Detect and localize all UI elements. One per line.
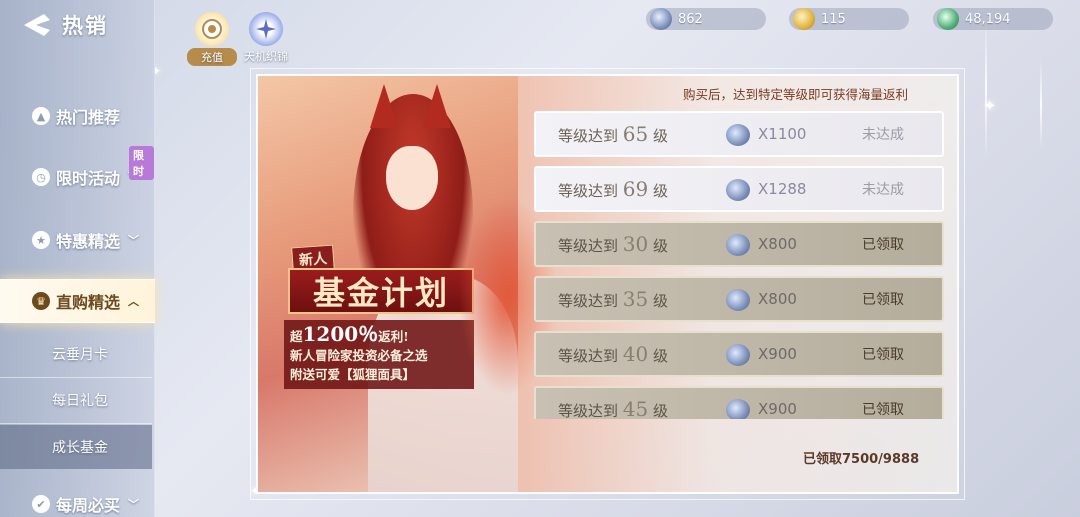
light-streak <box>985 20 987 160</box>
fox-ear-left <box>370 84 398 128</box>
reward-quantity: X1100 <box>758 125 807 143</box>
sidebar-header: 热销 <box>22 10 108 40</box>
limited-badge: 限时 <box>129 146 154 180</box>
reward-row[interactable]: 等级达到 40 级 X900 已领取 <box>534 331 944 377</box>
chevron-down-icon: ﹀ <box>128 234 140 247</box>
claimed-total: 已领取7500/9888 <box>803 452 920 467</box>
reward-row[interactable]: 等级达到 30 级 X800 已领取 <box>534 221 944 267</box>
blue-gem-icon <box>726 124 750 146</box>
flame-icon: ▲ <box>32 107 50 125</box>
sidebar-subitem-label: 云垂月卡 <box>52 347 108 363</box>
sidebar-item-label: 直购精选 <box>56 293 121 312</box>
sidebar-item-label: 特惠精选 <box>56 232 121 251</box>
fox-ear-right <box>423 84 451 128</box>
sidebar-item-label: 热门推荐 <box>56 108 121 127</box>
fund-description: 超1200％返利! 新人冒险家投资必备之选 附送可爱【狐狸面具】 <box>284 320 474 389</box>
reward-quantity: X800 <box>758 290 797 308</box>
sidebar-item-direct-buy[interactable]: ♛ 直购精选 ︿ <box>0 279 155 323</box>
currency-value: 862 <box>678 11 703 27</box>
reward-row[interactable]: 等级达到 69 级 X1288 未达成 <box>534 166 944 212</box>
sidebar-title: 热销 <box>62 14 108 38</box>
reward-quantity: X900 <box>758 345 797 363</box>
fund-title: 基金计划 <box>288 268 474 314</box>
sidebar-subitem-daily-pack[interactable]: 每日礼包 <box>0 378 152 422</box>
currency-value: 115 <box>821 11 846 27</box>
sidebar-item-label: 限时活动 <box>56 169 121 188</box>
crown-icon: ♛ <box>32 292 50 310</box>
reward-quantity: X1288 <box>758 180 807 198</box>
reward-list[interactable]: 等级达到 65 级 X1100 未达成 等级达到 69 级 X1288 未达成 … <box>534 111 944 419</box>
blue-gem-icon <box>726 344 750 366</box>
alarm-clock-icon: ◷ <box>32 168 50 186</box>
growth-fund-panel: 新人 基金计划 超1200％返利! 新人冒险家投资必备之选 附送可爱【狐狸面具】… <box>256 74 959 494</box>
reward-row[interactable]: 等级达到 35 级 X800 已领取 <box>534 276 944 322</box>
sidebar-subitem-growth-fund[interactable]: 成长基金 <box>0 425 152 469</box>
green-jade-icon <box>937 8 959 30</box>
reward-status: 已领取 <box>862 292 904 308</box>
sidebar-item-hot[interactable]: ▲ 热门推荐 <box>0 94 155 138</box>
reward-status: 未达成 <box>862 127 904 143</box>
level-requirement: 等级达到 35 级 <box>558 287 669 311</box>
reward-row[interactable]: 等级达到 45 级 X900 已领取 <box>534 386 944 419</box>
fund-desc-suffix: 返利! <box>378 329 409 344</box>
back-arrow-icon[interactable] <box>22 12 52 38</box>
character-face <box>386 146 438 210</box>
blue-gem-icon <box>726 289 750 311</box>
currency-green-jade[interactable]: 48,194 <box>933 8 1053 30</box>
recharge-coin-icon <box>195 12 229 46</box>
sidebar-subitem-label: 成长基金 <box>52 440 108 456</box>
reward-status: 已领取 <box>862 347 904 363</box>
light-streak <box>1040 60 1042 150</box>
tab-tianji-zhijin[interactable]: 天机织锦 <box>241 12 291 64</box>
blue-gem-icon <box>726 399 750 419</box>
sidebar: 热销 ▲ 热门推荐 ◷ 限时活动 ﹀ 限时 ★ 特惠精选 ﹀ ♛ 直购精选 ︿ … <box>0 0 155 517</box>
tab-label: 充值 <box>187 48 237 66</box>
sidebar-item-deals[interactable]: ★ 特惠精选 ﹀ <box>0 218 155 262</box>
level-requirement: 等级达到 45 级 <box>558 397 669 419</box>
level-requirement: 等级达到 69 级 <box>558 177 669 201</box>
fund-desc-line3: 附送可爱【狐狸面具】 <box>290 367 416 382</box>
chevron-down-icon: ﹀ <box>128 498 140 511</box>
compass-star-icon <box>249 12 283 46</box>
currency-value: 48,194 <box>965 11 1011 27</box>
blue-gem-icon <box>726 234 750 256</box>
sidebar-item-weekly[interactable]: ✔ 每周必买 ﹀ <box>0 482 155 517</box>
star-icon: ★ <box>32 231 50 249</box>
sparkle-icon: ✦ <box>983 96 997 115</box>
sidebar-subitem-label: 每日礼包 <box>52 393 108 409</box>
currency-blue-gem[interactable]: 862 <box>646 8 766 30</box>
level-requirement: 等级达到 65 级 <box>558 122 669 146</box>
divider <box>0 423 152 424</box>
fund-return-rate: 1200％ <box>302 322 379 346</box>
reward-status: 未达成 <box>862 182 904 198</box>
promo-text: 购买后，达到特定等级即可获得海量返利 <box>683 87 909 102</box>
fund-desc-prefix: 超 <box>290 329 303 344</box>
thumbs-up-icon: ✔ <box>32 495 50 513</box>
blue-gem-icon <box>650 8 672 30</box>
level-requirement: 等级达到 40 级 <box>558 342 669 366</box>
sidebar-item-label: 每周必买 <box>56 496 121 515</box>
tab-label: 天机织锦 <box>244 50 288 63</box>
chevron-up-icon: ︿ <box>128 295 140 308</box>
tab-recharge[interactable]: 充值 <box>187 12 237 66</box>
sidebar-subitem-monthly-card[interactable]: 云垂月卡 <box>0 332 152 376</box>
reward-quantity: X800 <box>758 235 797 253</box>
reward-status: 已领取 <box>862 402 904 418</box>
reward-quantity: X900 <box>758 400 797 418</box>
reward-status: 已领取 <box>862 237 904 253</box>
reward-row[interactable]: 等级达到 65 级 X1100 未达成 <box>534 111 944 157</box>
blue-gem-icon <box>726 179 750 201</box>
gold-coin-icon <box>793 8 815 30</box>
fund-desc-line2: 新人冒险家投资必备之选 <box>290 348 428 363</box>
level-requirement: 等级达到 30 级 <box>558 232 669 256</box>
currency-gold-coin[interactable]: 115 <box>789 8 909 30</box>
